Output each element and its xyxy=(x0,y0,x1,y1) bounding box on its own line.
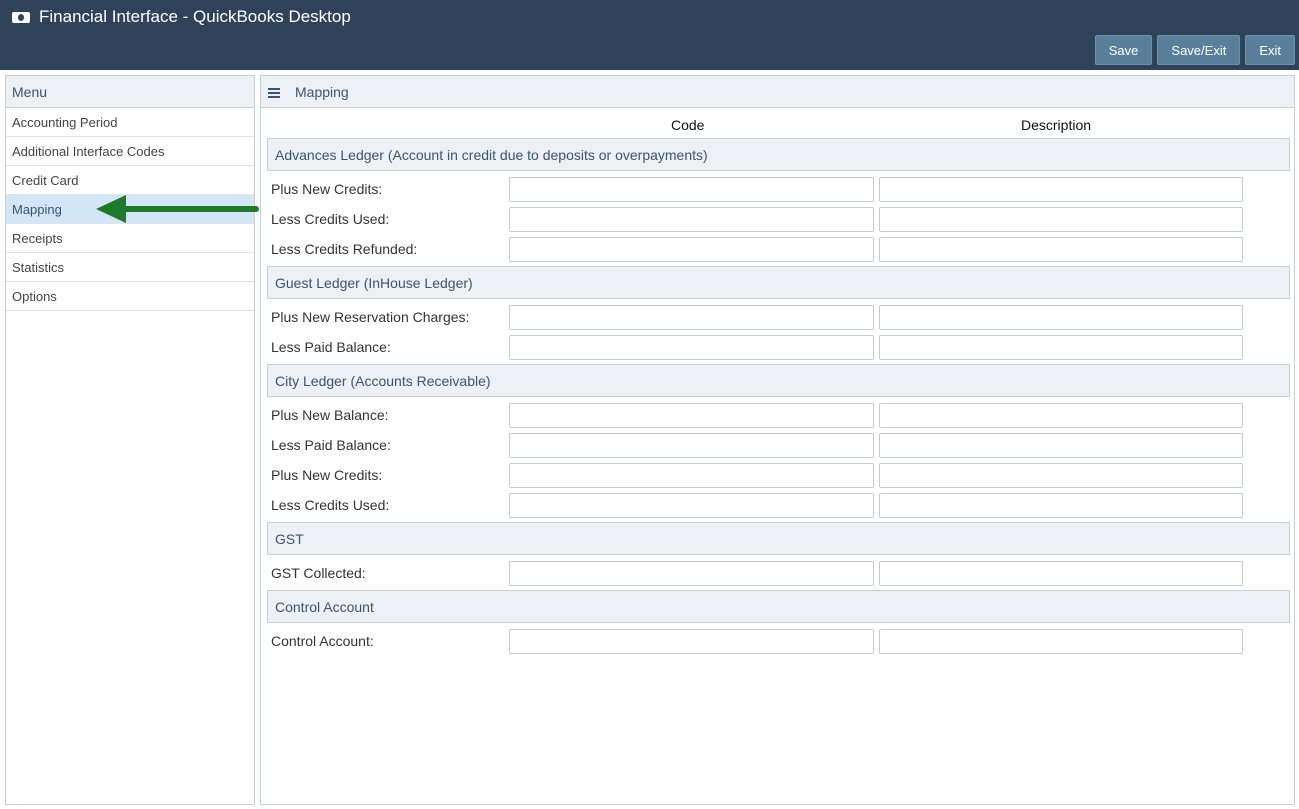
mapping-panel: Mapping Code Description Advances Ledger… xyxy=(260,75,1295,805)
mapping-row: Less Paid Balance: xyxy=(261,334,1296,361)
header-actions: Save Save/Exit Exit xyxy=(1094,35,1295,65)
row-label: Less Credits Used: xyxy=(271,211,390,227)
code-input[interactable] xyxy=(509,433,874,458)
mapping-row: Plus New Balance: xyxy=(261,402,1296,429)
row-label: Plus New Balance: xyxy=(271,407,389,423)
app-header: Financial Interface - QuickBooks Desktop… xyxy=(0,0,1299,70)
row-label: Plus New Credits: xyxy=(271,181,383,197)
save-exit-button[interactable]: Save/Exit xyxy=(1157,35,1241,65)
description-input[interactable] xyxy=(879,561,1243,586)
code-input[interactable] xyxy=(509,493,874,518)
mapping-row: Less Credits Used: xyxy=(261,492,1296,519)
mapping-row: Less Paid Balance: xyxy=(261,432,1296,459)
description-input[interactable] xyxy=(879,237,1243,262)
mapping-row: Control Account: xyxy=(261,628,1296,655)
description-input[interactable] xyxy=(879,433,1243,458)
description-input[interactable] xyxy=(879,629,1243,654)
description-input[interactable] xyxy=(879,335,1243,360)
app-title: Financial Interface - QuickBooks Desktop xyxy=(39,7,351,26)
section-advances-ledger: Advances Ledger (Account in credit due t… xyxy=(267,138,1290,171)
sidebar-item-options[interactable]: Options xyxy=(6,282,254,311)
sidebar-item-receipts[interactable]: Receipts xyxy=(6,224,254,253)
code-input[interactable] xyxy=(509,629,874,654)
row-label: Less Paid Balance: xyxy=(271,437,391,453)
description-input[interactable] xyxy=(879,493,1243,518)
section-guest-ledger: Guest Ledger (InHouse Ledger) xyxy=(267,266,1290,299)
hamburger-menu-icon[interactable] xyxy=(268,88,280,98)
row-label: Plus New Credits: xyxy=(271,467,383,483)
row-label: Less Credits Used: xyxy=(271,497,390,513)
sidebar-item-accounting-period[interactable]: Accounting Period xyxy=(6,108,254,137)
code-input[interactable] xyxy=(509,237,874,262)
code-input[interactable] xyxy=(509,403,874,428)
mapping-row: GST Collected: xyxy=(261,560,1296,587)
pointer-arrow-icon xyxy=(96,195,259,223)
description-input[interactable] xyxy=(879,403,1243,428)
sidebar-heading: Menu xyxy=(6,76,254,108)
sidebar-item-credit-card[interactable]: Credit Card xyxy=(6,166,254,195)
sidebar-menu: Menu Accounting Period Additional Interf… xyxy=(5,75,255,805)
row-label: Less Credits Refunded: xyxy=(271,241,418,257)
row-label: Less Paid Balance: xyxy=(271,339,391,355)
code-input[interactable] xyxy=(509,305,874,330)
sidebar-item-additional-interface-codes[interactable]: Additional Interface Codes xyxy=(6,137,254,166)
mapping-row: Plus New Credits: xyxy=(261,462,1296,489)
row-label: Plus New Reservation Charges: xyxy=(271,309,470,325)
code-input[interactable] xyxy=(509,177,874,202)
column-header-code: Code xyxy=(671,117,705,133)
sidebar-item-statistics[interactable]: Statistics xyxy=(6,253,254,282)
panel-title: Mapping xyxy=(295,83,349,100)
section-city-ledger: City Ledger (Accounts Receivable) xyxy=(267,364,1290,397)
mapping-row: Plus New Reservation Charges: xyxy=(261,304,1296,331)
code-input[interactable] xyxy=(509,335,874,360)
save-button[interactable]: Save xyxy=(1094,35,1153,65)
section-control-account: Control Account xyxy=(267,590,1290,623)
description-input[interactable] xyxy=(879,207,1243,232)
description-input[interactable] xyxy=(879,177,1243,202)
panel-header: Mapping xyxy=(261,76,1294,108)
code-input[interactable] xyxy=(509,207,874,232)
description-input[interactable] xyxy=(879,463,1243,488)
app-title-bar: Financial Interface - QuickBooks Desktop xyxy=(12,6,351,28)
mapping-row: Plus New Credits: xyxy=(261,176,1296,203)
code-input[interactable] xyxy=(509,561,874,586)
mapping-row: Less Credits Refunded: xyxy=(261,236,1296,263)
row-label: Control Account: xyxy=(271,633,374,649)
row-label: GST Collected: xyxy=(271,565,366,581)
money-icon xyxy=(12,11,30,23)
code-input[interactable] xyxy=(509,463,874,488)
section-gst: GST xyxy=(267,522,1290,555)
mapping-row: Less Credits Used: xyxy=(261,206,1296,233)
description-input[interactable] xyxy=(879,305,1243,330)
column-header-description: Description xyxy=(1021,117,1092,133)
exit-button[interactable]: Exit xyxy=(1245,35,1295,65)
